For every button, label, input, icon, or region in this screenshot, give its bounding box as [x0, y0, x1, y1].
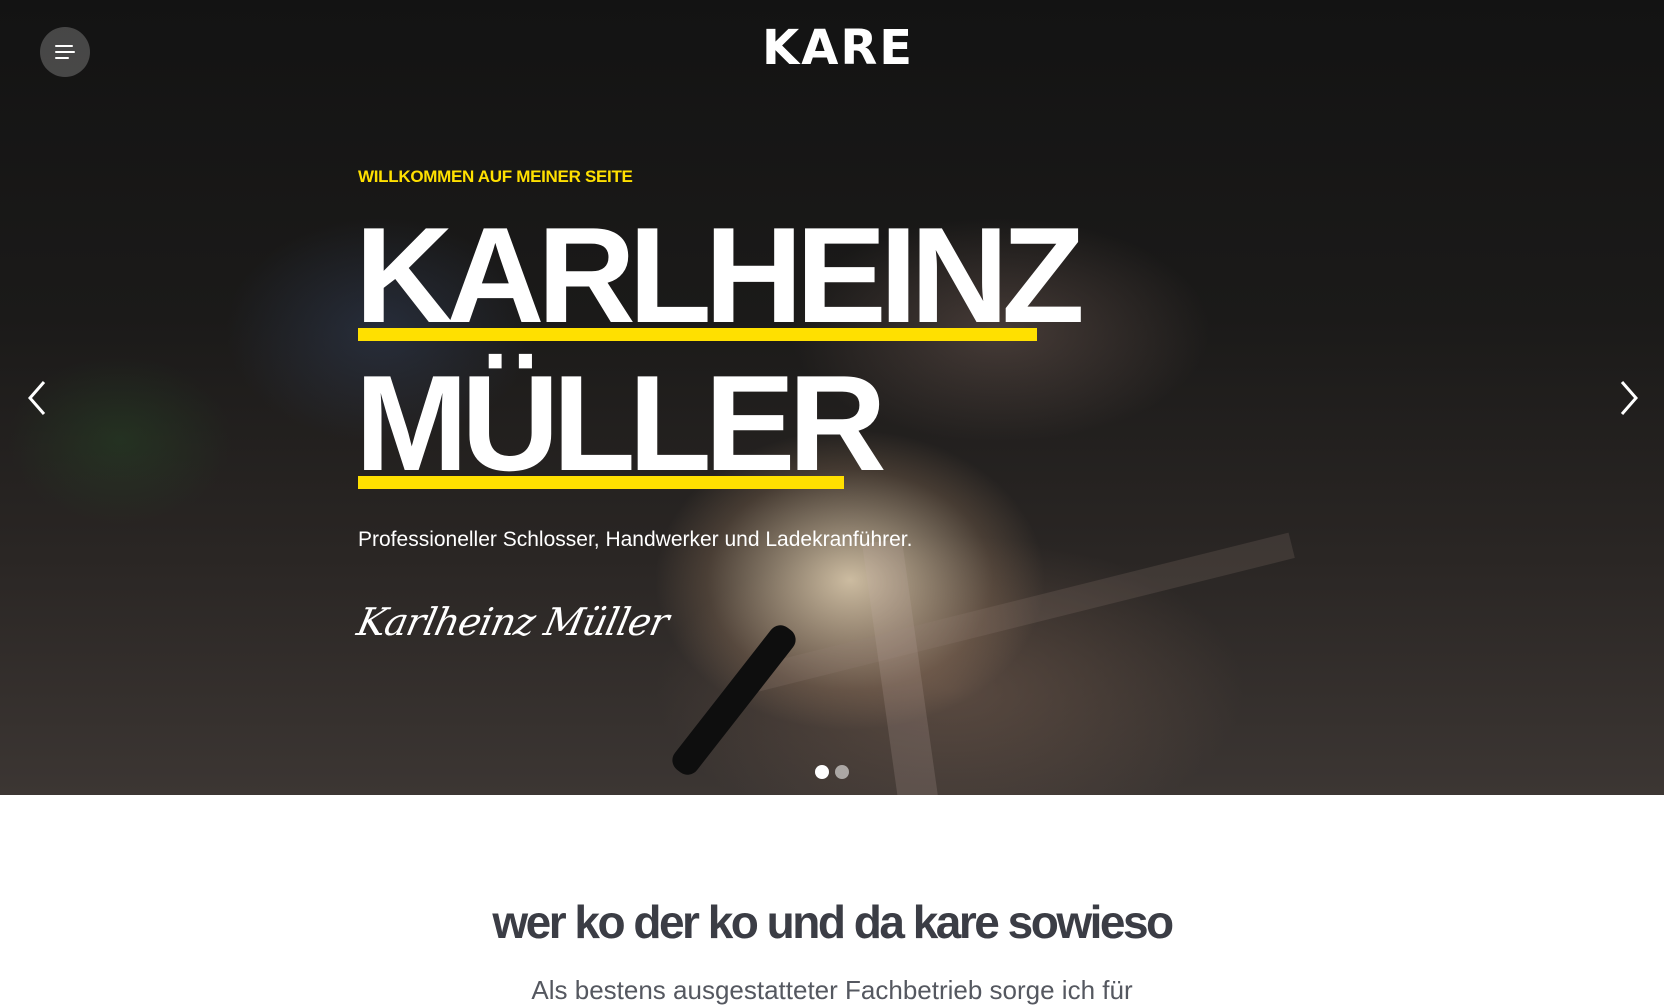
- intro-section: wer ko der ko und da kare sowieso Als be…: [0, 795, 1664, 1008]
- next-slide-button[interactable]: [1612, 378, 1642, 418]
- hero-name-last: MÜLLER: [355, 347, 887, 499]
- site-logo[interactable]: KARE: [762, 24, 912, 72]
- background-beam: [862, 538, 938, 795]
- intro-text: Als bestens ausgestatteter Fachbetrieb s…: [531, 975, 1133, 1005]
- slide-dot-2[interactable]: [835, 765, 849, 779]
- chevron-left-icon: [28, 381, 46, 415]
- prev-slide-button[interactable]: [24, 378, 54, 418]
- hero-slider: KARE WILLKOMMEN AUF MEINER SEITE KARLHEI…: [0, 0, 1664, 795]
- chevron-right-icon: [1620, 381, 1638, 415]
- menu-button[interactable]: [40, 27, 90, 77]
- hero-name-first: KARLHEINZ: [355, 199, 1085, 351]
- intro-heading: wer ko der ko und da kare sowieso: [492, 896, 1174, 948]
- menu-icon: [55, 45, 75, 59]
- background-torch: [667, 620, 801, 780]
- hero-eyebrow: WILLKOMMEN AUF MEINER SEITE: [358, 167, 633, 186]
- hero-tagline: Professioneller Schlosser, Handwerker un…: [358, 528, 913, 551]
- signature: Karlheinz Müller: [353, 600, 673, 644]
- slide-dot-1[interactable]: [815, 765, 829, 779]
- slider-pagination: [815, 765, 849, 779]
- background-beam: [745, 532, 1295, 694]
